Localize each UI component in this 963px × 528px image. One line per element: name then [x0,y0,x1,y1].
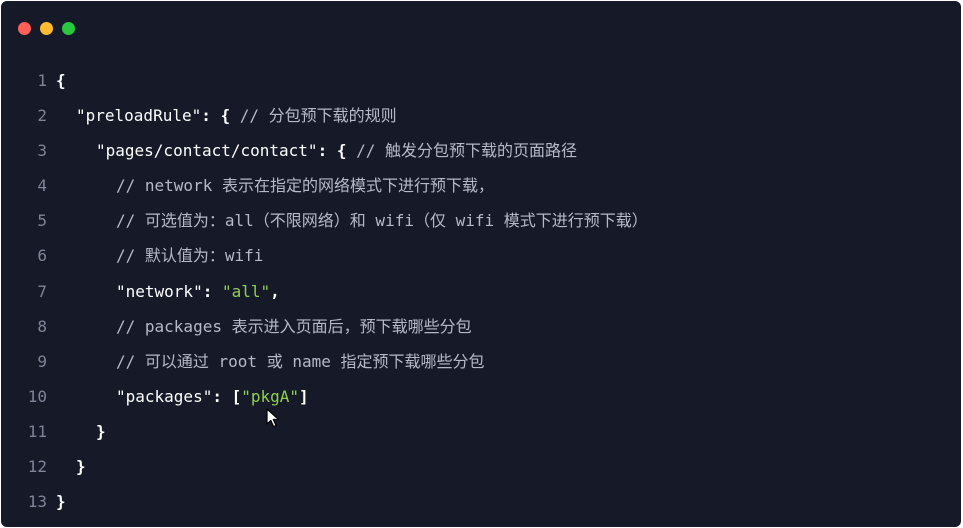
code-punctuation: , [270,281,280,301]
code-line: 12} [1,449,961,484]
line-number: 10 [27,386,47,406]
code-punctuation: : [202,281,222,301]
code-line: 9 // 可以通过 root 或 name 指定预下载哪些分包 [1,344,961,379]
line-number: 9 [37,351,47,371]
line-number: 3 [37,141,47,161]
code-comment: // 默认值为：wifi [116,246,264,266]
code-window: 1{2 "preloadRule": { // 分包预下载的规则 3 "pages/c… [1,1,961,527]
code-line-content: // 可选值为：all（不限网络）和 wifi（仅 wifi 模式下进行预下载） [116,203,648,238]
mouse-pointer-icon [266,408,279,428]
maximize-window-button[interactable] [62,22,75,35]
code-line: 5 // 可选值为：all（不限网络）和 wifi（仅 wifi 模式下进行预下载… [1,203,961,238]
code-comment: // 可选值为：all（不限网络）和 wifi（仅 wifi 模式下进行预下载） [116,211,648,231]
code-comment: // packages 表示进入页面后，预下载哪些分包 [116,316,472,336]
code-key: "network" [116,281,203,301]
close-window-button[interactable] [18,22,31,35]
code-line: 13} [1,484,961,519]
code-comment: // 可以通过 root 或 name 指定预下载哪些分包 [116,351,485,371]
code-line-content: } [76,449,86,484]
code-punctuation: } [96,421,106,441]
code-line-content: // packages 表示进入页面后，预下载哪些分包 [116,309,472,344]
code-line-content: { [56,63,66,98]
line-number: 13 [27,492,47,512]
code-line-content: // 默认值为：wifi [116,238,263,273]
window-titlebar [1,1,961,55]
code-line: 2 "preloadRule": { // 分包预下载的规则 [1,98,961,133]
code-punctuation: } [56,492,66,512]
code-punctuation: : { [201,106,240,126]
code-line: 1{ [1,63,961,98]
code-line-content: "pages/contact/contact": { // 触发分包预下载的页面… [96,133,577,168]
code-key: "pages/contact/contact" [96,141,318,161]
code-key: "packages" [116,386,213,406]
line-number: 11 [27,421,47,441]
code-line-content: // 可以通过 root 或 name 指定预下载哪些分包 [116,344,485,379]
code-line-content: "network": "all", [116,274,280,309]
code-line: 3 "pages/contact/contact": { // 触发分包预下载的页… [1,133,961,168]
code-line: 6 // 默认值为：wifi [1,238,961,273]
code-line-content: // network 表示在指定的网络模式下进行预下载， [116,168,494,203]
line-number: 12 [27,457,47,477]
code-punctuation: : [ [212,386,242,406]
minimize-window-button[interactable] [40,22,53,35]
line-number: 6 [37,246,47,266]
code-punctuation: : { [317,141,357,161]
code-line: 10 "packages": ["pkgA"] [1,379,961,414]
code-line-content: "preloadRule": { // 分包预下载的规则 [76,98,397,133]
code-line-content: } [56,484,66,519]
code-punctuation: ] [299,386,309,406]
line-number: 5 [37,211,47,231]
code-punctuation: } [76,457,86,477]
code-comment: // 触发分包预下载的页面路径 [356,141,577,161]
code-line-content: } [96,414,106,449]
code-line: 11} [1,414,961,449]
line-number: 1 [37,71,47,90]
code-string: "pkgA" [241,386,300,406]
code-punctuation: { [56,71,66,90]
code-string: "all" [221,281,271,301]
code-key: "preloadRule" [76,106,202,126]
line-number: 2 [37,106,47,126]
code-comment: // network 表示在指定的网络模式下进行预下载， [116,176,494,196]
line-number: 7 [37,281,47,301]
line-number: 8 [37,316,47,336]
code-line: 8 // packages 表示进入页面后，预下载哪些分包 [1,309,961,344]
code-block[interactable]: 1{2 "preloadRule": { // 分包预下载的规则 3 "pages/c… [1,63,961,520]
code-line: 7 "network": "all", [1,274,961,309]
line-number: 4 [37,176,47,196]
code-comment: // 分包预下载的规则 [239,106,397,126]
code-line: 4 // network 表示在指定的网络模式下进行预下载， [1,168,961,203]
